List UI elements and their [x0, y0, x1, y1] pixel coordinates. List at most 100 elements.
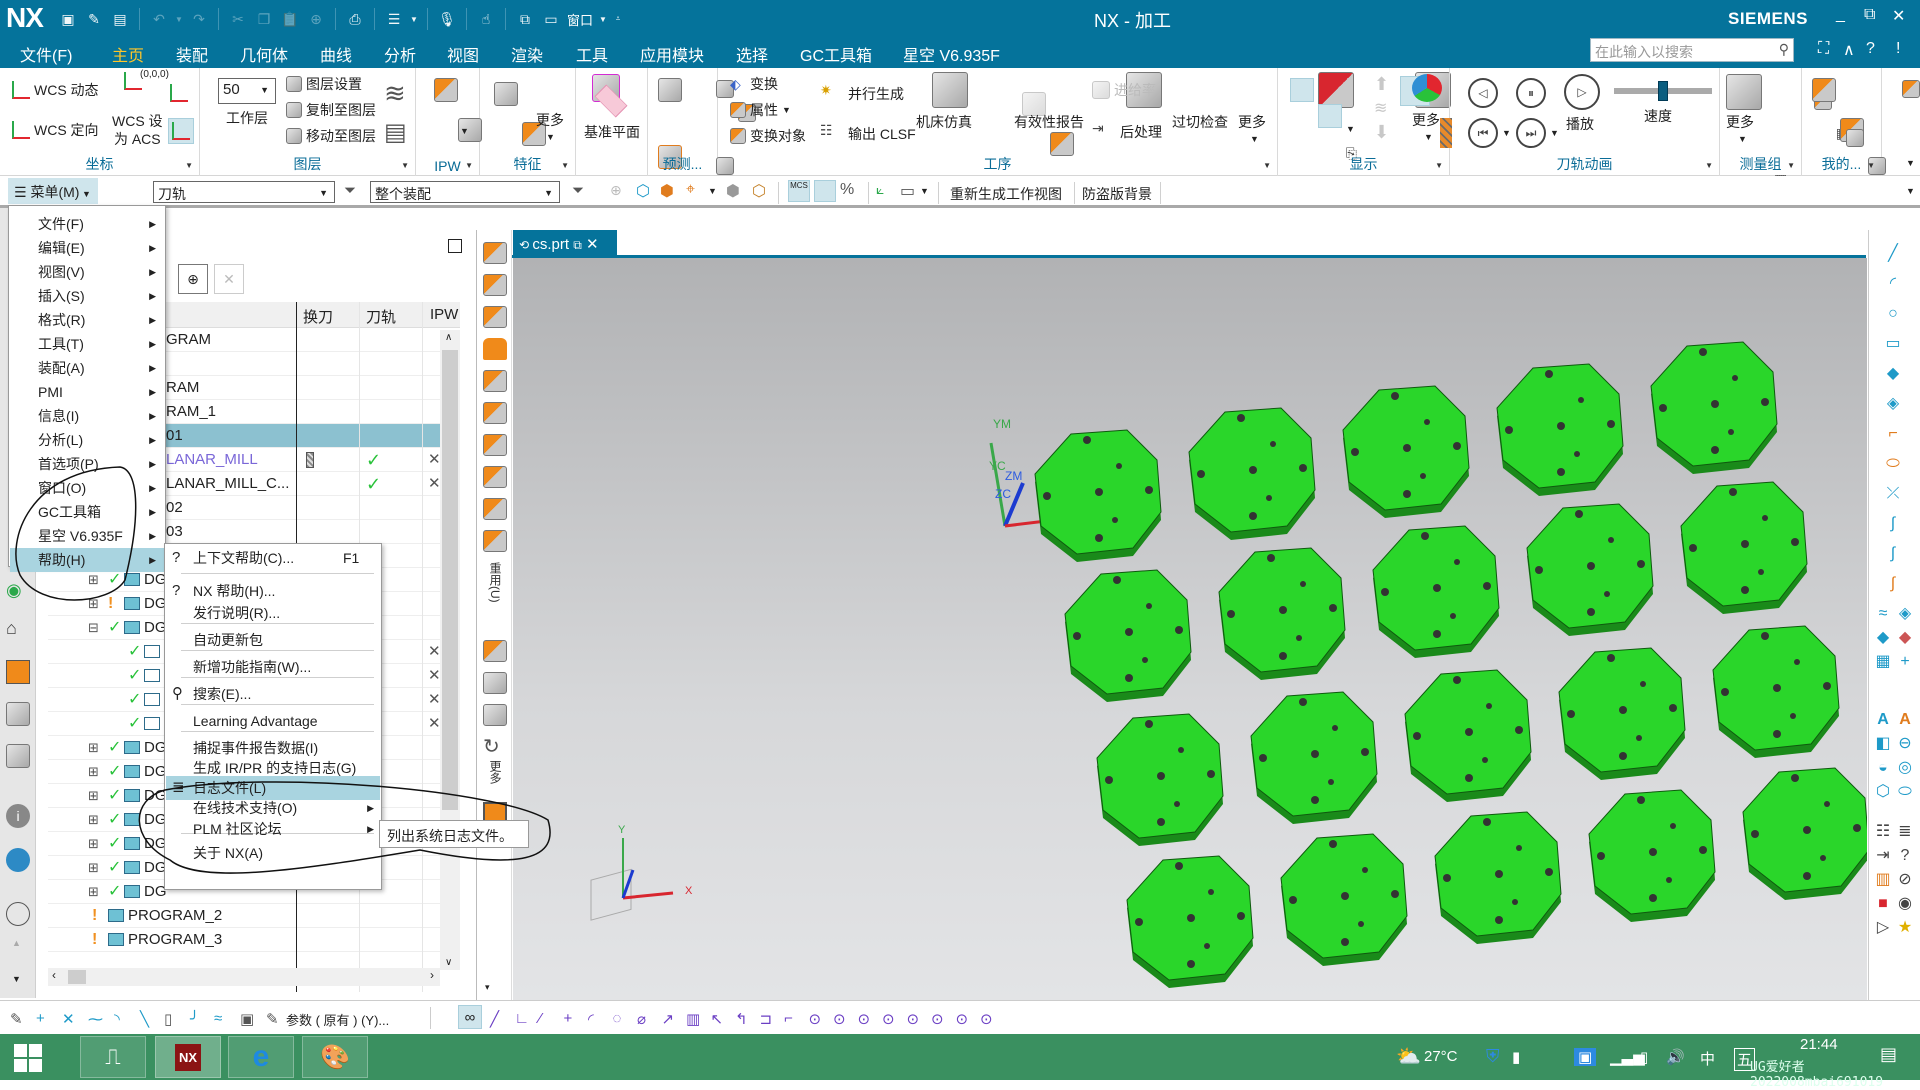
tab-render[interactable]: 渲染	[511, 42, 543, 66]
wcs-orient-button[interactable]: WCS 定向	[12, 120, 99, 140]
main-menu-item[interactable]: GC工具箱 ▶	[10, 500, 164, 524]
graphics-viewport[interactable]: YM YC ZM ZC XC XM Y X	[513, 258, 1867, 1000]
group-dropdown-icon[interactable]: ▼	[561, 161, 569, 170]
expand-icon[interactable]: ⊞	[88, 760, 99, 784]
workpiece-part[interactable]	[1429, 808, 1569, 948]
tab-analysis[interactable]: 分析	[384, 42, 416, 66]
voice-icon[interactable]: 🎙	[437, 9, 457, 29]
snap-circle-7-icon[interactable]: ⊙	[956, 1010, 969, 1028]
wcs-display-button[interactable]	[168, 118, 194, 144]
snap-circle-8-icon[interactable]: ⊙	[980, 1010, 993, 1028]
snap-circle-1-icon[interactable]: ⊙	[809, 1010, 822, 1028]
star-icon[interactable]: ★	[1895, 918, 1915, 938]
tab-gc-toolkit[interactable]: GC工具箱	[800, 42, 872, 66]
tree-horizontal-scrollbar[interactable]: ‹ ›	[48, 968, 440, 986]
workpiece-part[interactable]	[1059, 566, 1199, 706]
workpiece-part[interactable]	[1645, 338, 1785, 478]
offset-region-icon[interactable]	[483, 306, 507, 328]
hexagon-icon[interactable]: ⬡	[1873, 782, 1893, 802]
text-outline-icon[interactable]: A	[1895, 710, 1915, 730]
output-clsf-button[interactable]: ☷ 输出 CLSF	[820, 122, 916, 146]
predict-step-icon[interactable]	[658, 78, 682, 102]
filter-reset-icon[interactable]: ⏷	[344, 182, 356, 199]
workpiece-part[interactable]	[1707, 622, 1847, 762]
expand-icon[interactable]: ⊞	[88, 856, 99, 880]
window-frame-icon[interactable]: ▭	[541, 9, 561, 29]
wcs-origin-button[interactable]: (0,0,0)	[124, 69, 169, 90]
collapse-ribbon-icon[interactable]: ∧	[1843, 40, 1855, 60]
project-icon[interactable]: ◆	[1895, 628, 1915, 648]
column-tool-change[interactable]: 换刀	[303, 306, 333, 327]
chevron-down-icon[interactable]: ▼	[1346, 124, 1355, 134]
layers-icon[interactable]: ≋	[1374, 98, 1387, 118]
document-tab[interactable]: ⟲ cs.prt ⧉ ✕	[513, 230, 617, 258]
workpiece-part[interactable]	[1367, 522, 1507, 662]
paste-face-icon[interactable]	[483, 704, 507, 726]
main-menu-item[interactable]: 信息(I) ▶	[10, 404, 164, 428]
sketch-icon[interactable]: ✎	[10, 1010, 23, 1028]
switch-dropdown-icon[interactable]: ▼	[410, 9, 418, 29]
workpiece-part[interactable]	[1213, 544, 1353, 684]
circle-icon[interactable]: ○	[1883, 304, 1903, 324]
view-window-icon[interactable]: ▭	[900, 181, 915, 201]
help-menu-item[interactable]: ? 上下文帮助(C)... F1	[166, 546, 380, 570]
label-chamfer-icon[interactable]	[483, 466, 507, 488]
curve-icon[interactable]: ∫	[1883, 544, 1903, 564]
taskbar-paint[interactable]: 🎨	[302, 1036, 368, 1078]
tool-icon[interactable]: ▥	[1873, 870, 1893, 890]
machine-sim-button[interactable]: 机床仿真	[916, 112, 972, 132]
workpiece-part[interactable]	[1183, 404, 1323, 544]
dock-icon[interactable]: ⧉	[573, 238, 582, 252]
eye-icon[interactable]: ◉	[6, 580, 30, 604]
process-more-button[interactable]: 更多	[1238, 112, 1266, 132]
oval-icon[interactable]: ⬭	[1895, 782, 1915, 802]
customize-icon[interactable]: ⩡	[613, 9, 623, 29]
csys-icon[interactable]: ⟀	[876, 181, 884, 198]
workpiece-part[interactable]	[1553, 644, 1693, 784]
machine-sim-icon[interactable]	[932, 72, 968, 108]
ribbon-options-icon[interactable]: ▼	[1906, 158, 1915, 168]
scroll-up-icon[interactable]: ▲	[12, 938, 21, 948]
workpiece-part[interactable]	[1399, 666, 1539, 806]
verify-report-button[interactable]: 有效性报告	[1014, 112, 1084, 132]
geometry-view-icon[interactable]	[6, 744, 30, 768]
tree-row[interactable]: ! PROGRAM_3	[48, 928, 440, 952]
tab-tools[interactable]: 工具	[576, 42, 608, 66]
chevron-down-icon[interactable]: ▼	[920, 186, 929, 196]
close-window-icon[interactable]: ✕	[214, 264, 244, 294]
point-icon[interactable]: +	[1895, 652, 1915, 672]
assembly-navigator-icon[interactable]	[6, 660, 30, 684]
tab-geometry[interactable]: 几何体	[240, 42, 288, 66]
history-icon[interactable]	[6, 902, 30, 926]
copy-icon[interactable]: ❐	[254, 9, 274, 29]
workpiece-part[interactable]	[1583, 786, 1723, 926]
scroll-thumb[interactable]	[442, 350, 458, 810]
measure-probe-icon[interactable]	[1726, 74, 1762, 110]
workpiece-part[interactable]	[1275, 830, 1415, 970]
help-menu-item[interactable]: 自动更新包	[166, 628, 380, 652]
move-edge-icon[interactable]	[483, 672, 507, 694]
show-tool-axis-icon[interactable]	[1317, 104, 1342, 128]
step-back-icon[interactable]: ◁	[1468, 78, 1498, 108]
arc-center-icon[interactable]: ◜	[588, 1010, 594, 1028]
mesh-icon[interactable]: ▦	[1873, 652, 1893, 672]
copy-face-icon[interactable]	[483, 530, 507, 552]
snap-circle-3-icon[interactable]: ⊙	[858, 1010, 871, 1028]
ellipse-icon[interactable]: ⬭	[1883, 454, 1903, 474]
workpiece-part[interactable]	[1245, 688, 1385, 828]
paste-icon[interactable]: 📋	[280, 9, 300, 29]
info-icon[interactable]: i	[6, 804, 30, 828]
feature-find-icon[interactable]	[494, 82, 518, 106]
layer-window-icon[interactable]: ▤	[384, 118, 407, 147]
layer-stack-icon[interactable]: ≋	[384, 78, 406, 109]
snap-point-icon[interactable]: ⊕	[610, 182, 622, 199]
rectangle-icon[interactable]: ▭	[1883, 334, 1903, 354]
helix-icon[interactable]: ∫	[1883, 574, 1903, 594]
profile-icon[interactable]: ⌐	[1883, 424, 1903, 444]
new-sketch-icon[interactable]: ▯	[164, 1010, 172, 1028]
midpoint-icon[interactable]: ⁓	[88, 1010, 103, 1028]
pause-icon[interactable]: ⏸	[1516, 78, 1546, 108]
maximize-panel-icon[interactable]	[448, 239, 462, 253]
mcs-display-icon[interactable]: MCS	[788, 180, 810, 202]
parallel-generate-button[interactable]: ✷ 并行生成	[820, 82, 904, 106]
